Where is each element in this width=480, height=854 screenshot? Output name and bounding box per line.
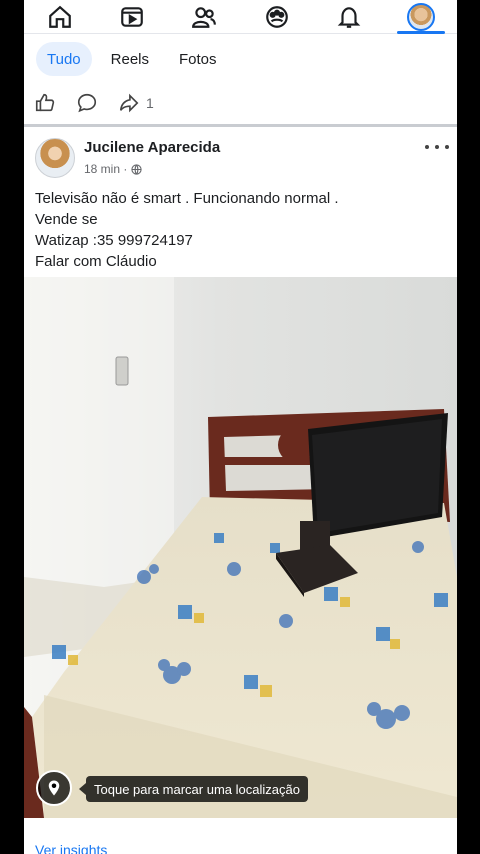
share-count: 1 <box>146 95 154 111</box>
more-dot-icon <box>425 145 429 149</box>
feed-divider <box>24 124 457 127</box>
post-line: Watizap :35 999724197 <box>35 232 193 249</box>
tab-reels[interactable]: Reels <box>100 42 160 76</box>
location-tooltip[interactable]: Toque para marcar uma localização <box>79 776 308 802</box>
post-meta: 18 min · <box>84 162 142 176</box>
comment-icon[interactable] <box>76 92 98 114</box>
author-name[interactable]: Jucilene Aparecida <box>84 139 220 156</box>
post-text: Televisão não é smart . Funcionando norm… <box>35 188 339 272</box>
nav-video[interactable] <box>102 0 162 34</box>
bed-with-tv-photo <box>24 277 457 818</box>
share-icon <box>119 93 139 113</box>
more-options-button[interactable] <box>425 138 449 156</box>
groups-icon <box>265 5 288 28</box>
post-photo[interactable] <box>24 277 457 818</box>
location-button[interactable] <box>36 770 72 806</box>
post-line: Falar com Cláudio <box>35 253 157 270</box>
nav-friends[interactable] <box>174 0 234 34</box>
location-pin-icon <box>48 780 60 796</box>
share-button[interactable]: 1 <box>118 92 154 114</box>
insights-link[interactable]: Ver insights <box>35 842 107 854</box>
profile-avatar <box>406 2 435 31</box>
more-dot-icon <box>435 145 439 149</box>
top-navigation <box>24 0 457 34</box>
bell-icon <box>337 6 360 28</box>
filter-tabs: Tudo Reels Fotos <box>36 42 228 76</box>
like-icon[interactable] <box>34 92 56 114</box>
nav-profile[interactable] <box>391 0 451 34</box>
author-avatar[interactable] <box>35 138 75 178</box>
tab-tudo[interactable]: Tudo <box>36 42 92 76</box>
tab-fotos[interactable]: Fotos <box>168 42 228 76</box>
post-actions: 1 <box>34 88 154 118</box>
post-line: Vende se <box>35 211 98 228</box>
nav-groups[interactable] <box>247 0 307 34</box>
nav-home[interactable] <box>30 0 90 34</box>
post-time: 18 min · <box>84 162 128 176</box>
video-icon <box>121 6 144 27</box>
more-dot-icon <box>445 145 449 149</box>
nav-notifications[interactable] <box>319 0 379 34</box>
active-tab-indicator <box>396 30 445 34</box>
friends-icon <box>192 6 217 28</box>
post-line: Televisão não é smart . Funcionando norm… <box>35 190 339 207</box>
globe-icon <box>131 163 142 175</box>
app-frame: Tudo Reels Fotos 1 Jucilene Aparecida 18… <box>24 0 457 854</box>
home-icon <box>49 5 71 28</box>
